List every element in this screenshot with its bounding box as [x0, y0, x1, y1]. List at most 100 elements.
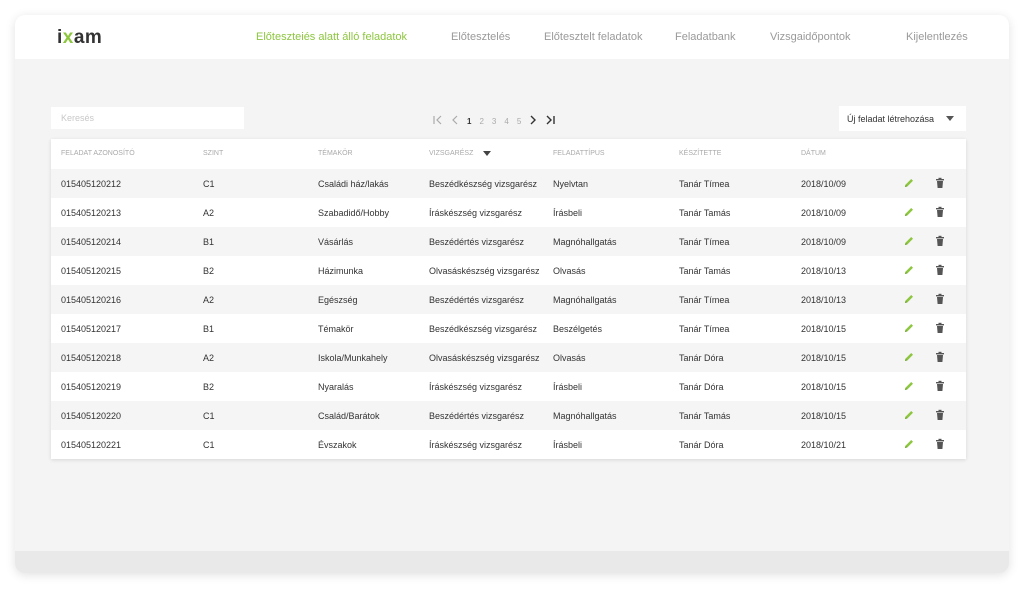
cell-level: A2 — [203, 295, 215, 305]
table-row[interactable]: 015405120217 B1 Témakör Beszédkészség vi… — [51, 314, 966, 343]
cell-task-id: 015405120214 — [61, 237, 122, 247]
sort-caret-icon[interactable] — [483, 150, 492, 156]
pencil-icon[interactable] — [903, 351, 915, 363]
trash-icon[interactable] — [935, 322, 945, 334]
cell-topic: Iskola/Munkahely — [318, 353, 388, 363]
table-row[interactable]: 015405120218 A2 Iskola/Munkahely Olvasás… — [51, 343, 966, 372]
next-page-icon[interactable] — [529, 115, 537, 127]
column-header-topic[interactable]: Témakör — [318, 150, 353, 157]
ixam-logo[interactable]: ixam — [57, 27, 102, 49]
nav-item-pretested-tasks[interactable]: Előtesztelt feladatok — [544, 31, 642, 43]
cell-topic: Vásárlás — [318, 237, 354, 247]
cell-topic: Szabadidő/Hobby — [318, 208, 390, 218]
trash-icon[interactable] — [935, 264, 945, 276]
nav-item-pretesting[interactable]: Előtesztelés — [451, 31, 510, 43]
cell-author: Tanár Tímea — [679, 324, 730, 334]
pencil-icon[interactable] — [903, 264, 915, 276]
last-page-icon[interactable] — [545, 115, 555, 127]
table-row[interactable]: 015405120221 C1 Évszakok Íráskészség viz… — [51, 430, 966, 459]
trash-icon[interactable] — [935, 409, 945, 421]
cell-task-type: Nyelvtan — [553, 179, 589, 189]
cell-level: B2 — [203, 266, 215, 276]
pencil-icon[interactable] — [903, 409, 915, 421]
logo-text-suffix: am — [73, 27, 103, 48]
table-row[interactable]: 015405120214 B1 Vásárlás Beszédértés viz… — [51, 227, 966, 256]
trash-icon[interactable] — [935, 380, 945, 392]
first-page-icon[interactable] — [433, 115, 443, 127]
cell-author: Tanár Tímea — [679, 295, 730, 305]
cell-topic: Nyaralás — [318, 382, 354, 392]
pencil-icon[interactable] — [903, 438, 915, 450]
page-2[interactable]: 2 — [479, 117, 483, 126]
nav-item-exam-dates[interactable]: Vizsgaidőpontok — [770, 31, 851, 43]
cell-exam-part: Olvasáskészség vizsgarész — [429, 353, 540, 363]
cell-exam-part: Beszédkészség vizsgarész — [429, 179, 538, 189]
pencil-icon[interactable] — [903, 235, 915, 247]
cell-author: Tanár Tímea — [679, 179, 730, 189]
cell-task-type: Írásbeli — [553, 440, 583, 450]
table-row[interactable]: 015405120212 C1 Családi ház/lakás Beszéd… — [51, 169, 966, 198]
cell-topic: Évszakok — [318, 440, 357, 450]
cell-author: Tanár Tímea — [679, 237, 730, 247]
column-header-date[interactable]: Dátum — [801, 150, 826, 157]
table-row[interactable]: 015405120219 B2 Nyaralás Íráskészség viz… — [51, 372, 966, 401]
cell-task-type: Beszélgetés — [553, 324, 603, 334]
column-header-exam-part[interactable]: Vizsgarész — [429, 150, 492, 157]
cell-exam-part: Íráskészség vizsgarész — [429, 440, 523, 450]
cell-task-id: 015405120218 — [61, 353, 122, 363]
cell-date: 2018/10/21 — [801, 440, 847, 450]
trash-icon[interactable] — [935, 293, 945, 305]
column-header-author[interactable]: Készítette — [679, 150, 721, 157]
table-body: 015405120212 C1 Családi ház/lakás Beszéd… — [51, 169, 966, 459]
page-4[interactable]: 4 — [504, 117, 508, 126]
cell-date: 2018/10/13 — [801, 266, 847, 276]
page-5[interactable]: 5 — [517, 117, 521, 126]
cell-exam-part: Beszédértés vizsgarész — [429, 237, 525, 247]
cell-author: Tanár Tamás — [679, 411, 731, 421]
cell-exam-part: Íráskészség vizsgarész — [429, 208, 523, 218]
pencil-icon[interactable] — [903, 380, 915, 392]
table-row[interactable]: 015405120215 B2 Házimunka Olvasáskészség… — [51, 256, 966, 285]
new-task-label: Új feladat létrehozása — [847, 113, 935, 124]
pencil-icon[interactable] — [903, 206, 915, 218]
trash-icon[interactable] — [935, 235, 945, 247]
table-row[interactable]: 015405120213 A2 Szabadidő/Hobby Íráskész… — [51, 198, 966, 227]
trash-icon[interactable] — [935, 351, 945, 363]
logo-text-x: x — [62, 27, 74, 48]
cell-task-id: 015405120215 — [61, 266, 122, 276]
search-input[interactable] — [51, 107, 244, 129]
tasks-table: Feladat azonosító Szint Témakör Vizsgaré… — [51, 139, 966, 459]
nav-item-logout[interactable]: Kijelentlezés — [906, 31, 968, 43]
page-1[interactable]: 1 — [467, 117, 471, 126]
cell-exam-part: Íráskészség vizsgarész — [429, 382, 523, 392]
table-row[interactable]: 015405120220 C1 Család/Barátok Beszédért… — [51, 401, 966, 430]
column-header-task-type[interactable]: Feladattípus — [553, 150, 605, 157]
page-3[interactable]: 3 — [492, 117, 496, 126]
trash-icon[interactable] — [935, 177, 945, 189]
column-header-task-id[interactable]: Feladat azonosító — [61, 150, 135, 157]
column-header-level[interactable]: Szint — [203, 150, 223, 157]
cell-author: Tanár Tamás — [679, 266, 731, 276]
trash-icon[interactable] — [935, 438, 945, 450]
pencil-icon[interactable] — [903, 293, 915, 305]
table-header: Feladat azonosító Szint Témakör Vizsgaré… — [51, 139, 966, 169]
cell-level: A2 — [203, 208, 215, 218]
prev-page-icon[interactable] — [451, 115, 459, 127]
cell-level: C1 — [203, 411, 215, 421]
cell-task-type: Olvasás — [553, 266, 586, 276]
trash-icon[interactable] — [935, 206, 945, 218]
cell-task-id: 015405120216 — [61, 295, 122, 305]
pencil-icon[interactable] — [903, 177, 915, 189]
nav-item-pretest-pending[interactable]: Előteszteiés alatt álló feladatok — [256, 31, 407, 43]
table-row[interactable]: 015405120216 A2 Egészség Beszédértés viz… — [51, 285, 966, 314]
nav-item-task-bank[interactable]: Feladatbank — [675, 31, 736, 43]
cell-date: 2018/10/09 — [801, 237, 847, 247]
cell-task-type: Magnóhallgatás — [553, 411, 617, 421]
cell-exam-part: Beszédértés vizsgarész — [429, 295, 525, 305]
pencil-icon[interactable] — [903, 322, 915, 334]
cell-task-type: Olvasás — [553, 353, 586, 363]
cell-author: Tanár Tamás — [679, 208, 731, 218]
new-task-dropdown[interactable]: Új feladat létrehozása — [839, 106, 966, 131]
cell-topic: Családi ház/lakás — [318, 179, 389, 189]
cell-level: A2 — [203, 353, 215, 363]
